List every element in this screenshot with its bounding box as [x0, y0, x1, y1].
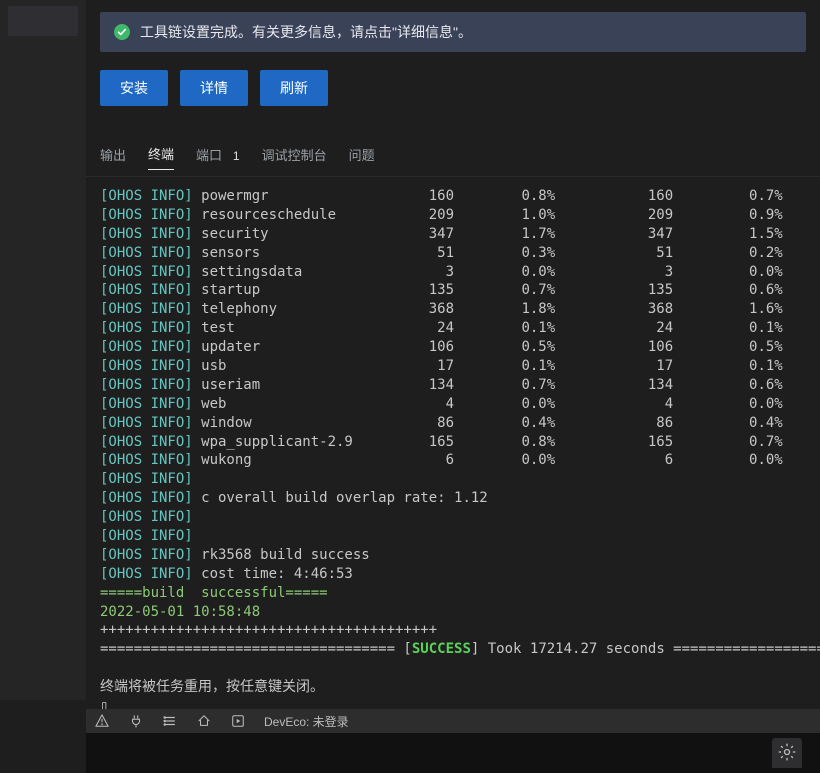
tab-ports[interactable]: 端口 1 — [196, 145, 240, 170]
gutter-stub — [8, 6, 78, 36]
check-circle-icon — [114, 24, 130, 40]
run-box-icon[interactable] — [230, 713, 246, 729]
bottom-bar — [86, 733, 820, 773]
tab-problems[interactable]: 问题 — [349, 145, 375, 170]
tab-terminal[interactable]: 终端 — [148, 144, 174, 170]
toolchain-banner: 工具链设置完成。有关更多信息，请点击"详细信息"。 — [100, 12, 806, 52]
plug-icon[interactable] — [128, 713, 144, 729]
status-bar: DevEco: 未登录 — [86, 709, 820, 733]
tab-ports-badge: 1 — [233, 149, 240, 163]
install-button[interactable]: 安装 — [100, 70, 168, 106]
terminal-output[interactable]: [OHOS INFO] powermgr 160 0.8% 160 0.7% 1… — [86, 177, 820, 726]
main-area: 工具链设置完成。有关更多信息，请点击"详细信息"。 安装 详情 刷新 输出 终端… — [86, 0, 820, 773]
banner-message: 工具链设置完成。有关更多信息，请点击"详细信息"。 — [140, 22, 472, 42]
tab-ports-label: 端口 — [196, 148, 222, 163]
warning-icon[interactable] — [94, 713, 110, 729]
panel-tabs: 输出 终端 端口 1 调试控制台 问题 — [86, 130, 820, 177]
settings-button[interactable] — [772, 738, 802, 768]
action-buttons: 安装 详情 刷新 — [100, 70, 806, 106]
home-icon[interactable] — [196, 713, 212, 729]
status-deveco[interactable]: DevEco: 未登录 — [264, 713, 349, 730]
tab-debug-console[interactable]: 调试控制台 — [262, 145, 327, 170]
bottom-panel: 输出 终端 端口 1 调试控制台 问题 [OHOS INFO] powermgr… — [86, 130, 820, 733]
refresh-button[interactable]: 刷新 — [260, 70, 328, 106]
tab-output[interactable]: 输出 — [100, 145, 126, 170]
list-icon[interactable] — [162, 713, 178, 729]
details-button[interactable]: 详情 — [180, 70, 248, 106]
editor-left-gutter — [0, 0, 86, 700]
gear-icon — [777, 742, 797, 765]
